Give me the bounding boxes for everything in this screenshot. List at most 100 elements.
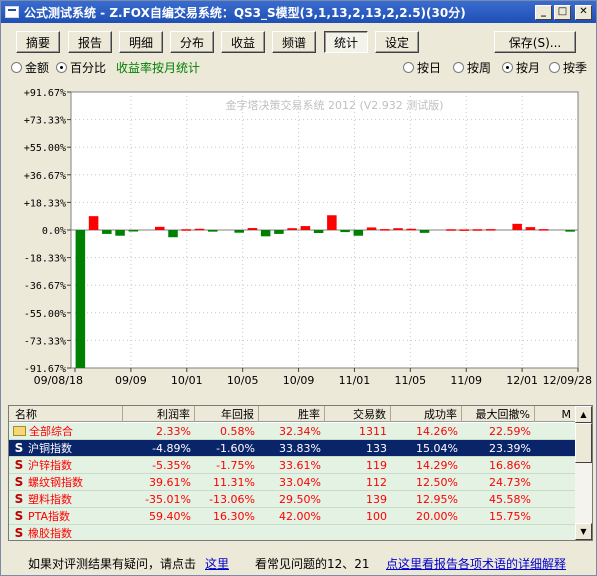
y-tick-label: -36.67%: [24, 281, 66, 292]
extra-cell: [535, 508, 576, 524]
bar-negative: [260, 230, 271, 237]
scroll-down-button[interactable]: ▼: [575, 523, 592, 540]
x-tick-label: 12/09/28: [543, 374, 592, 387]
bar-negative: [565, 230, 575, 232]
scroll-thumb[interactable]: [575, 423, 592, 463]
bar-positive: [485, 229, 496, 231]
bar-positive: [247, 228, 258, 230]
y-tick-label: -73.33%: [24, 336, 66, 347]
bar-negative: [234, 230, 244, 233]
win-cell: 42.00%: [279, 509, 321, 523]
row-name: 沪铜指数: [28, 442, 72, 455]
column-header[interactable]: 胜率: [259, 406, 325, 422]
radio-monthly[interactable]: 按月: [502, 59, 540, 76]
radio-amount-indicator[interactable]: [11, 62, 22, 73]
bar-negative: [128, 230, 139, 232]
drawdown-cell: 15.75%: [489, 509, 531, 523]
table-row[interactable]: S 沪铜指数 -4.89% -1.60% 33.83% 133 15.04% 23.39%: [9, 440, 576, 457]
extra-cell: [535, 440, 576, 456]
profit-cell: -35.01%: [145, 492, 191, 506]
close-button[interactable]: ✕: [575, 4, 592, 20]
column-header[interactable]: 交易数: [325, 406, 391, 422]
tab-distribution[interactable]: 分布: [170, 31, 214, 53]
window-title: 公式测试系统 - Z.FOX自编交易系统：QS3_S模型(3,1,13,2,13…: [24, 5, 466, 20]
name-cell: S 橡胶指数: [9, 525, 123, 540]
column-header[interactable]: M: [535, 406, 576, 422]
row-name: PTA指数: [28, 510, 71, 523]
radio-quarterly[interactable]: 按季: [549, 59, 587, 76]
table-row[interactable]: S 螺纹钢指数 39.61% 11.31% 33.04% 112 12.50% 24.73%: [9, 474, 576, 491]
terms-link[interactable]: 点这里看报告各项术语的详细解释: [386, 555, 566, 572]
trades-cell: 100: [366, 509, 387, 523]
maximize-button[interactable]: □: [554, 4, 571, 20]
save-button[interactable]: 保存(S)...: [494, 31, 576, 53]
tab-summary[interactable]: 摘要: [16, 31, 60, 53]
x-tick-label: 11/01: [339, 374, 371, 387]
win-cell: 33.61%: [279, 458, 321, 472]
radio-weekly-indicator[interactable]: [453, 62, 464, 73]
drawdown-cell: 24.73%: [489, 475, 531, 489]
radio-quarterly-label: 按季: [563, 61, 588, 75]
tab-report[interactable]: 报告: [68, 31, 112, 53]
x-tick-label: 10/09: [283, 374, 315, 387]
tab-statistics[interactable]: 统计: [324, 31, 368, 53]
column-header[interactable]: 年回报: [195, 406, 259, 422]
name-cell: S PTA指数: [9, 508, 123, 524]
extra-cell: [535, 474, 576, 490]
trades-cell: 133: [366, 441, 387, 455]
table-row[interactable]: S 沪锌指数 -5.35% -1.75% 33.61% 119 14.29% 16.86%: [9, 457, 576, 474]
bar-positive: [194, 228, 205, 231]
s-icon: S: [14, 458, 24, 472]
drawdown-cell: 16.86%: [489, 458, 531, 472]
radio-quarterly-indicator[interactable]: [549, 62, 560, 73]
drawdown-cell: 45.58%: [489, 492, 531, 506]
column-header[interactable]: 最大回撤%: [462, 406, 535, 422]
radio-amount[interactable]: 金额: [11, 59, 49, 76]
annual-cell: -1.60%: [216, 441, 255, 455]
radio-daily-indicator[interactable]: [403, 62, 414, 73]
trades-cell: 139: [366, 492, 387, 506]
table-row[interactable]: S 塑料指数 -35.01% -13.06% 29.50% 139 12.95% 45.58%: [9, 491, 576, 508]
radio-daily[interactable]: 按日: [403, 59, 441, 76]
scroll-up-button[interactable]: ▲: [575, 406, 592, 423]
trades-cell: 112: [366, 475, 387, 489]
s-icon: S: [14, 509, 24, 523]
bar-positive: [459, 229, 469, 231]
title-bar[interactable]: 公式测试系统 - Z.FOX自编交易系统：QS3_S模型(3,1,13,2,13…: [1, 1, 596, 23]
bar-positive: [538, 229, 549, 231]
table-row[interactable]: S 橡胶指数: [9, 525, 576, 540]
radio-daily-label: 按日: [417, 61, 442, 75]
bar-positive: [155, 226, 165, 230]
success-cell: [391, 525, 462, 540]
profit-cell: -4.89%: [152, 441, 191, 455]
row-name: 全部综合: [29, 425, 73, 438]
radio-percent[interactable]: 百分比: [56, 59, 106, 76]
extra-cell: [535, 457, 576, 473]
tab-returns[interactable]: 收益: [221, 31, 265, 53]
y-tick-label: -18.33%: [24, 254, 66, 265]
column-header[interactable]: 利润率: [123, 406, 195, 422]
here-link[interactable]: 这里: [205, 555, 229, 572]
profit-cell: 2.33%: [156, 424, 191, 438]
radio-weekly[interactable]: 按周: [453, 59, 491, 76]
x-tick-label: 09/09: [115, 374, 147, 387]
toolbar: 摘要 报告 明细 分布 收益 频谱 统计 设定 保存(S)...: [1, 31, 596, 55]
y-tick-label: +55.00%: [24, 143, 66, 154]
extra-cell: [535, 423, 576, 439]
column-header[interactable]: 成功率: [391, 406, 462, 422]
column-header[interactable]: 名称: [9, 406, 123, 422]
minimize-button[interactable]: _: [535, 4, 552, 20]
radio-percent-indicator[interactable]: [56, 62, 67, 73]
folder-icon: [13, 426, 26, 436]
tab-settings[interactable]: 设定: [375, 31, 419, 53]
vertical-scrollbar[interactable]: ▲ ▼: [575, 406, 592, 540]
radio-monthly-indicator[interactable]: [502, 62, 513, 73]
app-window: 公式测试系统 - Z.FOX自编交易系统：QS3_S模型(3,1,13,2,13…: [0, 0, 597, 576]
faq-text: 看常见问题的12、21: [255, 557, 370, 571]
success-cell: 14.26%: [416, 424, 458, 438]
table-row[interactable]: 全部综合 2.33% 0.58% 32.34% 1311 14.26% 22.59%: [9, 423, 576, 440]
tab-detail[interactable]: 明细: [119, 31, 163, 53]
tab-spectrum[interactable]: 频谱: [272, 31, 316, 53]
arrow-down-icon: ▼: [580, 527, 587, 536]
table-row[interactable]: S PTA指数 59.40% 16.30% 42.00% 100 20.00% 15.75%: [9, 508, 576, 525]
